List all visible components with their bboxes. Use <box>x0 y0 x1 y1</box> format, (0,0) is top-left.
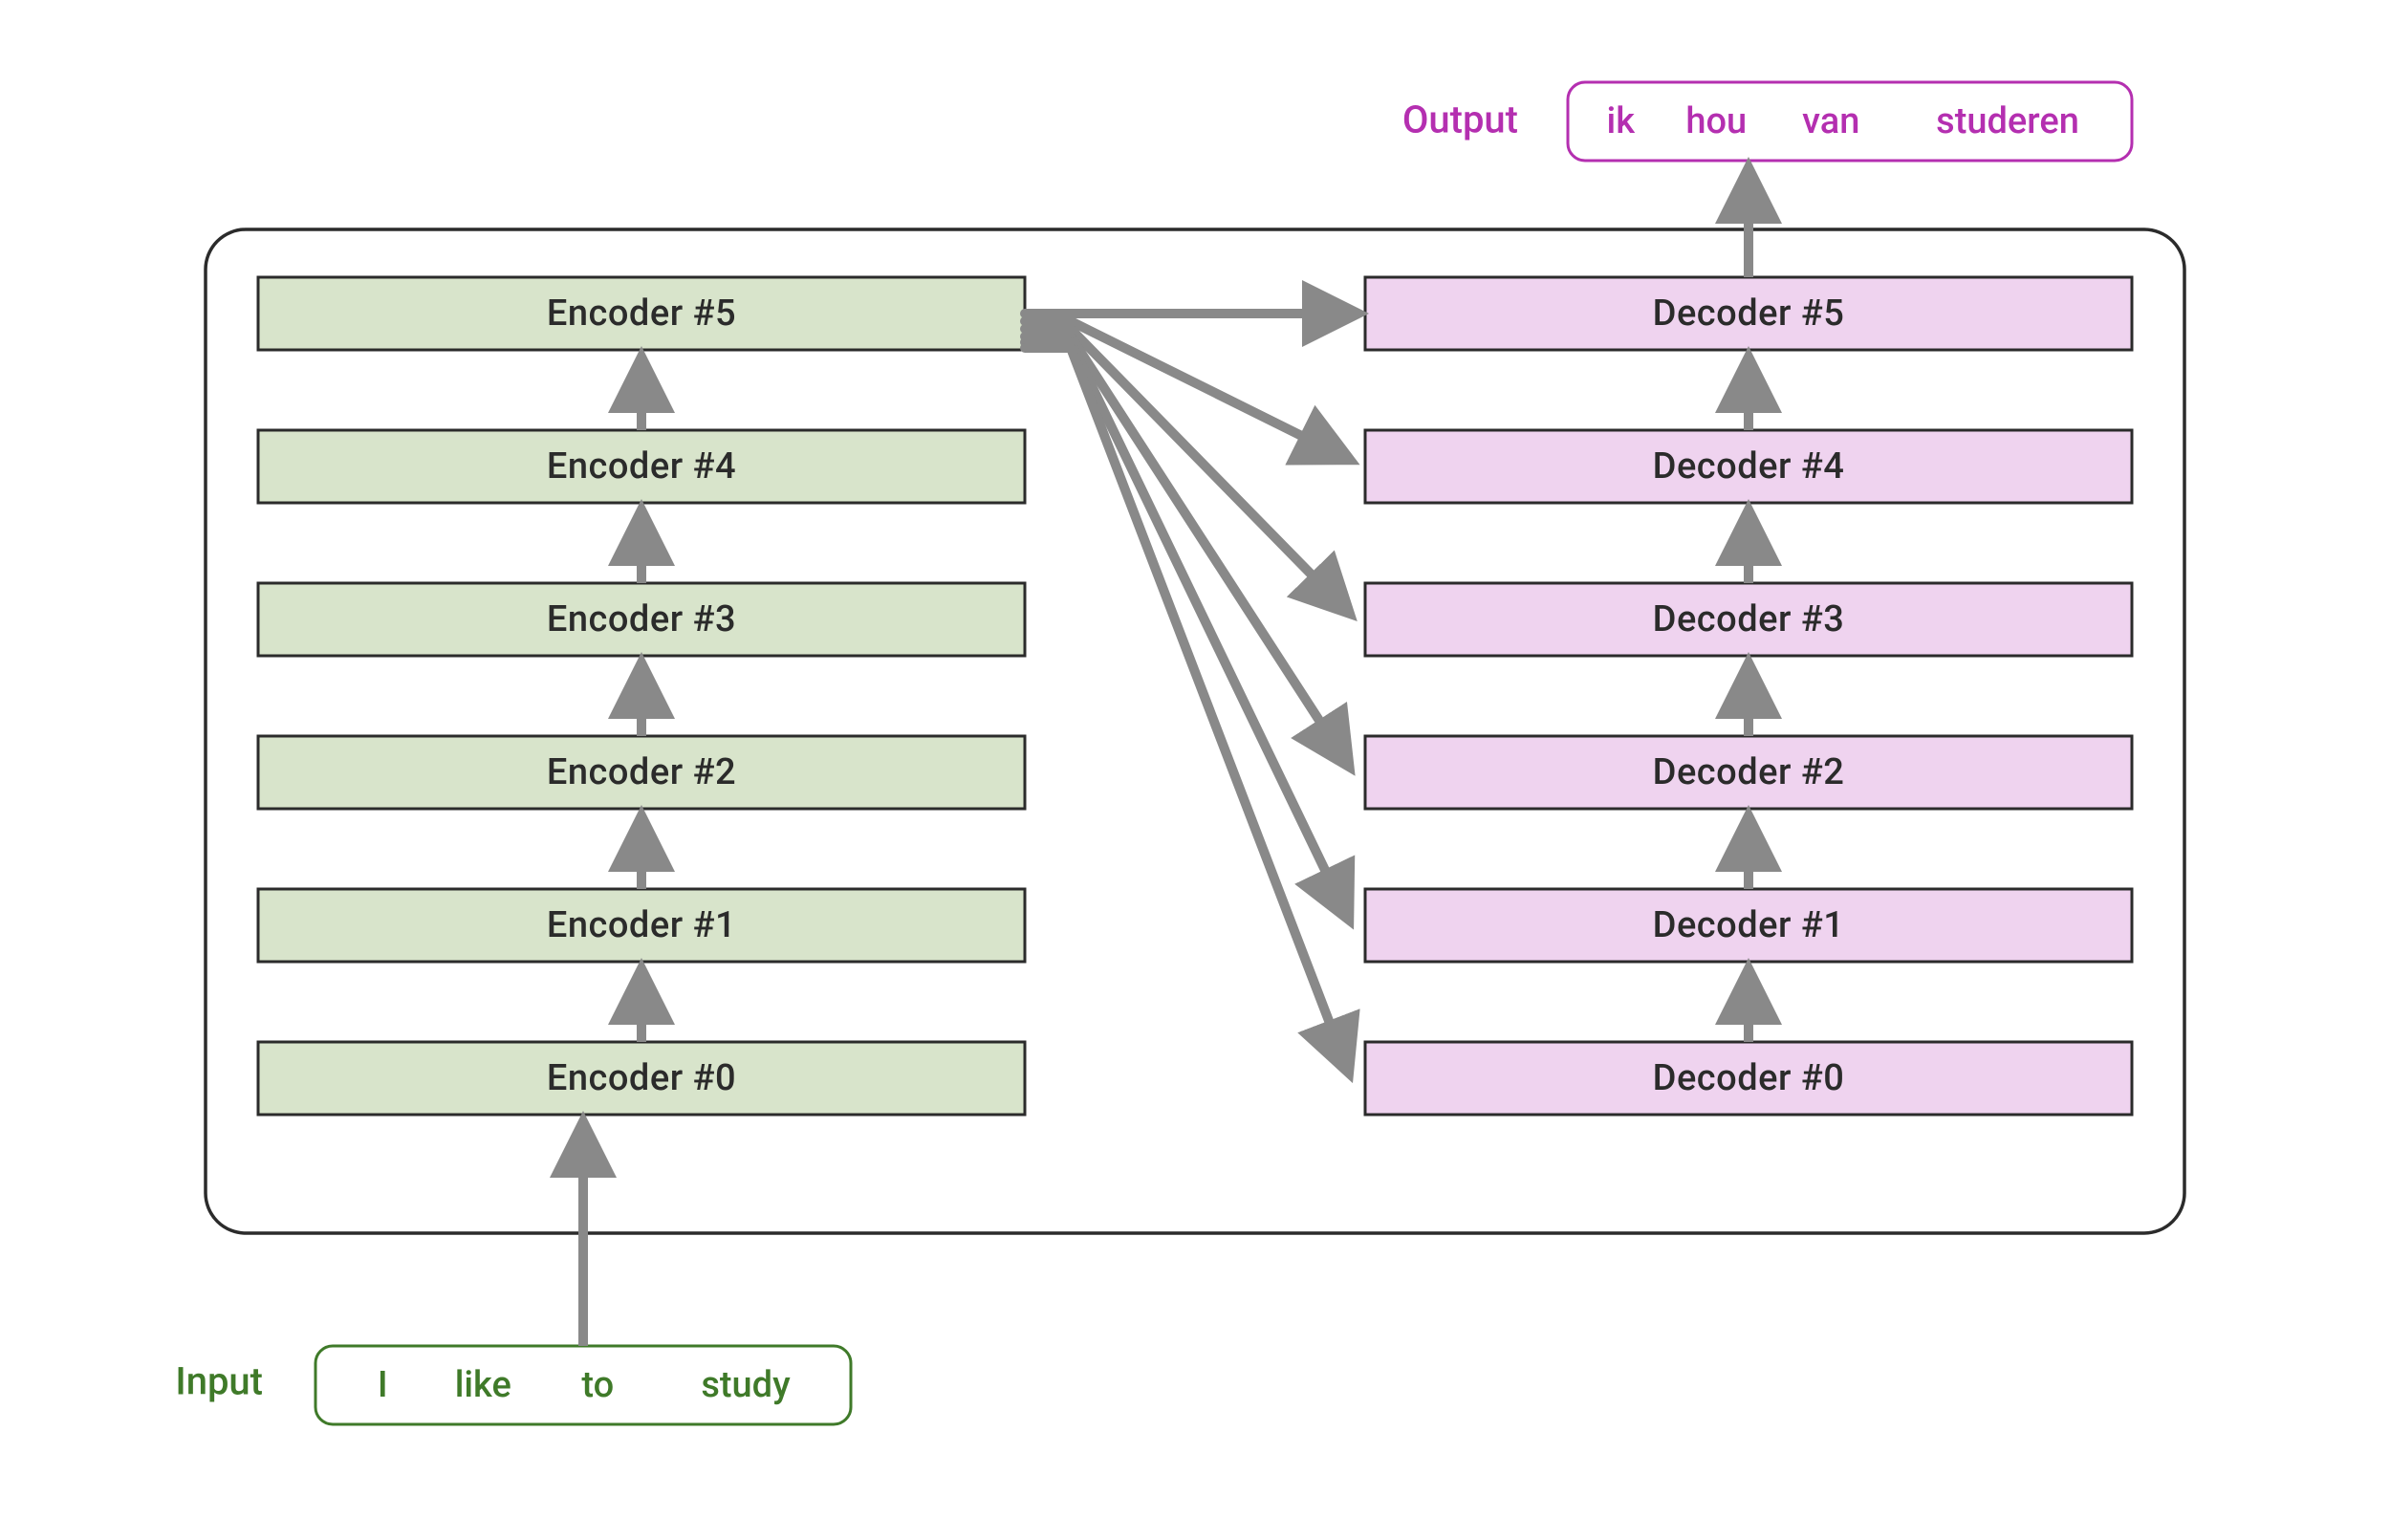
encoder-decoder-diagram: Encoder #5 Encoder #4 Encoder #3 Encoder… <box>0 0 2390 1540</box>
decoder-label-3: Decoder #3 <box>1653 598 1845 640</box>
input-token-1: like <box>455 1364 511 1406</box>
encoder-block-2: Encoder #2 <box>258 736 1025 809</box>
input-label: Input <box>175 1359 263 1404</box>
output-token-3: studeren <box>1936 100 2079 142</box>
output-group: Output ik hou van studeren <box>1402 82 2132 161</box>
encoder-label-5: Encoder #5 <box>547 293 736 335</box>
input-token-0: I <box>378 1364 388 1406</box>
encoder-label-2: Encoder #2 <box>547 751 736 793</box>
decoder-block-0: Decoder #0 <box>1365 1042 2132 1115</box>
output-token-2: van <box>1802 100 1859 142</box>
decoder-block-5: Decoder #5 <box>1365 277 2132 350</box>
input-token-3: study <box>701 1364 791 1406</box>
output-tokens: ik hou van studeren <box>1607 100 2079 142</box>
decoder-label-0: Decoder #0 <box>1653 1057 1845 1099</box>
output-token-1: hou <box>1685 100 1747 142</box>
decoder-label-2: Decoder #2 <box>1653 751 1845 793</box>
encoder-label-4: Encoder #4 <box>547 445 736 488</box>
decoder-label-1: Decoder #1 <box>1653 904 1845 946</box>
encoder-block-5: Encoder #5 <box>258 277 1025 350</box>
input-tokens: I like to study <box>378 1364 791 1406</box>
encoder-block-0: Encoder #0 <box>258 1042 1025 1115</box>
encoder-block-1: Encoder #1 <box>258 889 1025 962</box>
decoder-block-1: Decoder #1 <box>1365 889 2132 962</box>
decoder-block-2: Decoder #2 <box>1365 736 2132 809</box>
encoder-block-3: Encoder #3 <box>258 583 1025 656</box>
input-token-2: to <box>581 1364 614 1406</box>
decoder-block-4: Decoder #4 <box>1365 430 2132 503</box>
encoder-label-1: Encoder #1 <box>547 904 736 946</box>
encoder-label-3: Encoder #3 <box>547 598 736 640</box>
cross-attention-arrows <box>1025 314 1356 1071</box>
encoder-label-0: Encoder #0 <box>547 1057 736 1099</box>
decoder-label-4: Decoder #4 <box>1653 445 1845 488</box>
encoder-block-4: Encoder #4 <box>258 430 1025 503</box>
decoder-block-3: Decoder #3 <box>1365 583 2132 656</box>
output-label: Output <box>1402 98 1518 142</box>
decoder-label-5: Decoder #5 <box>1653 293 1845 335</box>
output-token-0: ik <box>1607 100 1637 142</box>
input-group: Input I like to study <box>175 1346 851 1424</box>
